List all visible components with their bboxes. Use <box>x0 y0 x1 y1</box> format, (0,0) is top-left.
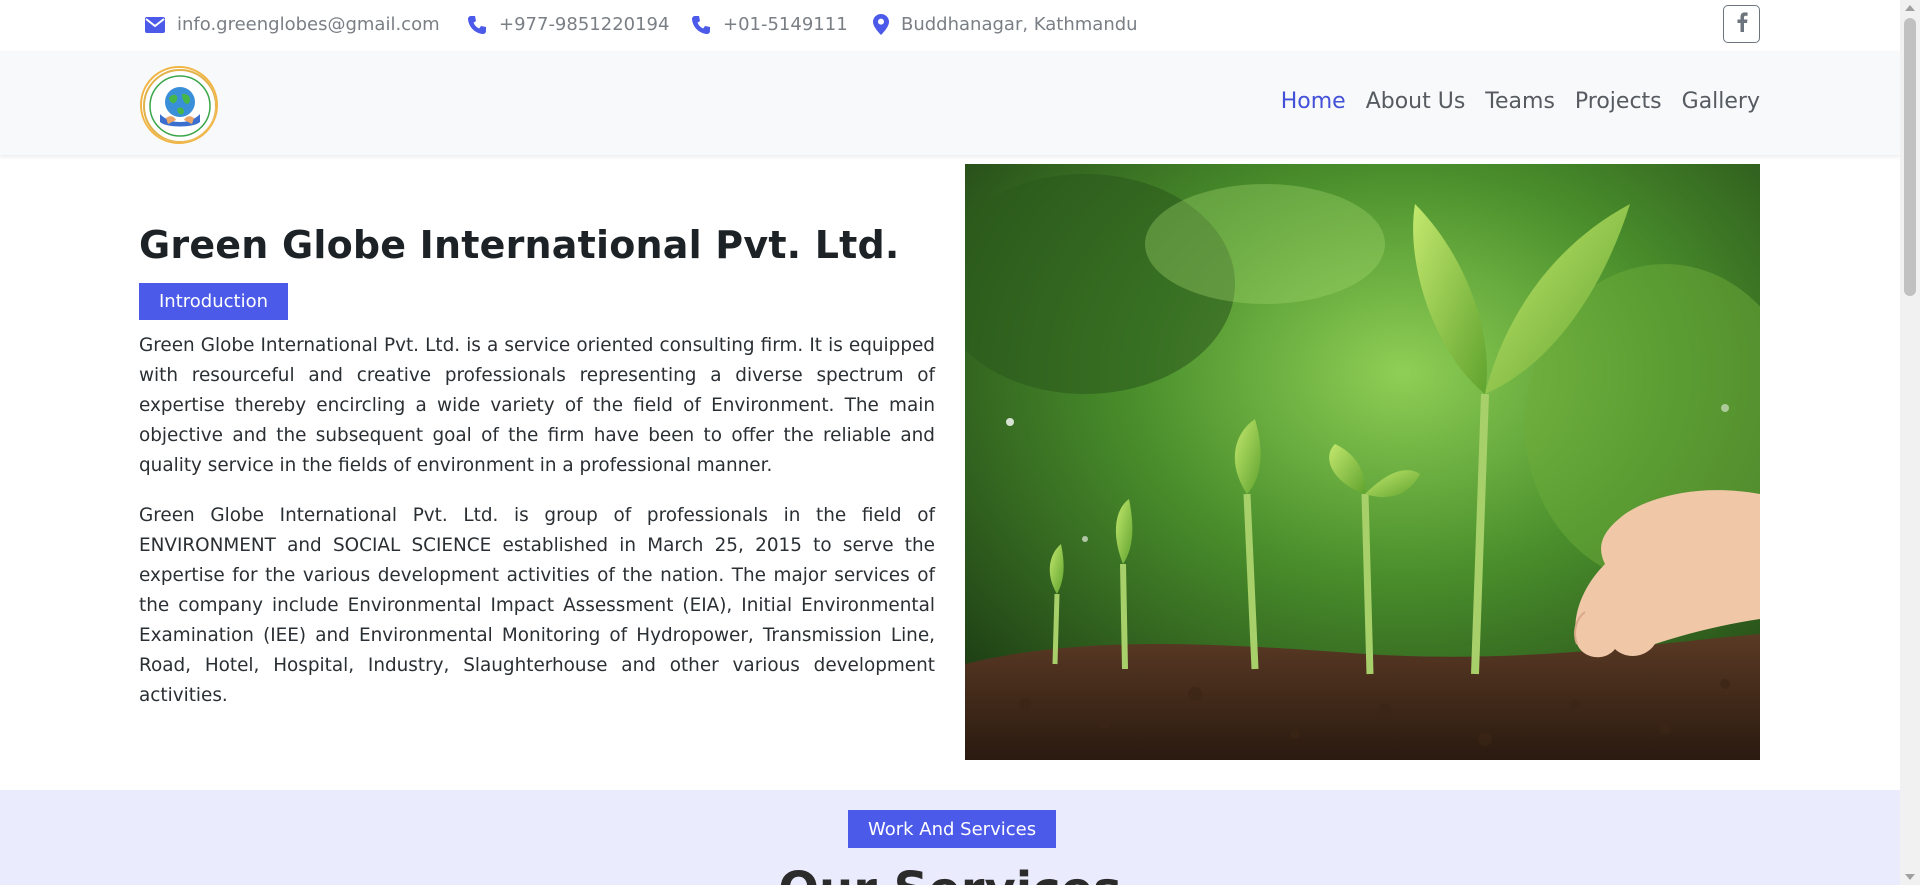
phone-icon <box>691 15 711 35</box>
facebook-button[interactable] <box>1723 5 1760 43</box>
nav-menu: Home About Us Teams Projects Gallery <box>1281 89 1760 114</box>
phone-icon <box>467 15 487 35</box>
services-heading: Our Services <box>0 862 1900 885</box>
scroll-up-arrow-icon[interactable] <box>1905 5 1915 11</box>
contact-email[interactable]: info.greenglobes@gmail.com <box>145 14 440 35</box>
scroll-down-arrow-icon[interactable] <box>1905 874 1915 880</box>
services-section: Work And Services Our Services <box>0 790 1900 885</box>
top-contact-bar: info.greenglobes@gmail.com +977-98512201… <box>0 0 1900 51</box>
contact-phone-1[interactable]: +977-9851220194 <box>467 14 669 35</box>
nav-item-home[interactable]: Home <box>1281 89 1346 114</box>
map-pin-icon <box>873 14 889 35</box>
nav-item-teams[interactable]: Teams <box>1485 89 1555 114</box>
phone-1-text: +977-9851220194 <box>499 14 670 35</box>
intro-paragraph-1: Green Globe International Pvt. Ltd. is a… <box>139 335 935 476</box>
nav-item-gallery[interactable]: Gallery <box>1682 89 1760 114</box>
envelope-icon <box>145 16 165 33</box>
address-text: Buddhanagar, Kathmandu <box>901 14 1138 35</box>
main-navbar: Home About Us Teams Projects Gallery <box>0 51 1900 155</box>
phone-2-text: +01-5149111 <box>723 14 848 35</box>
facebook-icon <box>1736 12 1748 36</box>
introduction-badge: Introduction <box>139 283 289 320</box>
contact-address: Buddhanagar, Kathmandu <box>873 14 1138 35</box>
work-and-services-badge: Work And Services <box>848 810 1057 848</box>
hero-image-seedlings <box>965 164 1760 760</box>
nav-item-projects[interactable]: Projects <box>1575 89 1662 114</box>
page-title: Green Globe International Pvt. Ltd. <box>139 223 900 267</box>
company-logo[interactable] <box>140 66 218 144</box>
email-text: info.greenglobes@gmail.com <box>177 14 440 35</box>
intro-paragraph-2: Green Globe International Pvt. Ltd. is g… <box>139 505 935 706</box>
page-scrollbar[interactable] <box>1900 0 1920 885</box>
nav-item-about-us[interactable]: About Us <box>1366 89 1466 114</box>
contact-phone-2[interactable]: +01-5149111 <box>691 14 848 35</box>
scrollbar-thumb[interactable] <box>1904 18 1916 296</box>
